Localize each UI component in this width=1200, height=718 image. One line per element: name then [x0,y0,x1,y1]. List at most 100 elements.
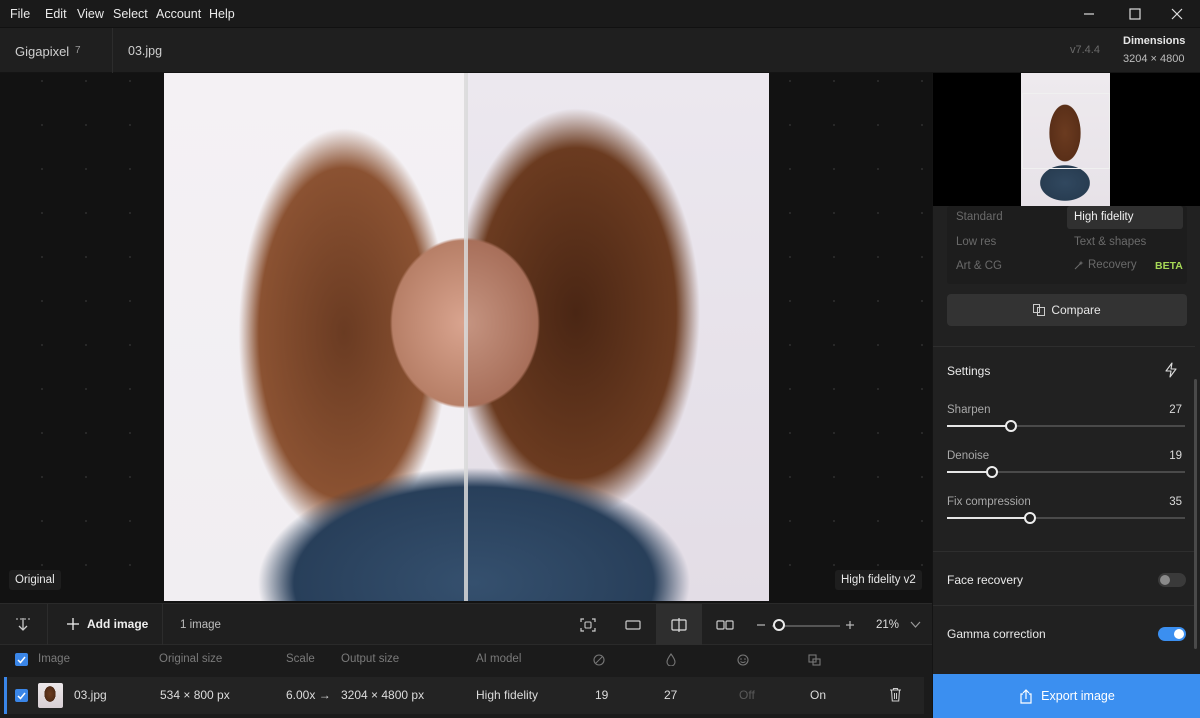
compare-split-handle[interactable] [464,73,468,601]
split-view-icon [671,618,687,632]
app-name: Gigapixel [15,44,70,59]
column-header-scale[interactable]: Scale [286,653,315,665]
zoom-slider-handle[interactable] [772,619,785,631]
settings-panel: Standard High fidelity Low res Text & sh… [932,73,1200,718]
split-view-button[interactable] [656,604,702,646]
app-header: Gigapixel 7 03.jpg v7.4.4 Dimensions 320… [0,28,1200,73]
toggle-knob [1174,629,1184,639]
model-art-cg[interactable]: Art & CG [956,260,1002,272]
close-button[interactable] [1154,0,1200,28]
menu-help[interactable]: Help [209,7,235,21]
model-high-fidelity[interactable]: High fidelity [1067,206,1183,229]
menu-file[interactable]: File [10,7,30,21]
import-button[interactable] [0,604,46,646]
fit-view-button[interactable] [565,604,611,646]
add-image-label: Add image [87,617,149,631]
slider-label: Sharpen [947,404,991,416]
slider-track[interactable] [947,420,1185,432]
compare-icon [1033,304,1046,316]
slider-label: Fix compression [947,496,1031,508]
close-icon [1171,8,1183,20]
ai-model-value: High fidelity [476,688,539,702]
chevron-down-icon[interactable] [910,621,921,629]
title-bar: File Edit View Select Account Help [0,0,1200,28]
output-size: 3204 × 4800 px [341,688,425,702]
slider-fill [947,517,1031,519]
select-all-checkbox[interactable] [15,653,28,666]
menu-account[interactable]: Account [156,7,201,21]
column-header-original-size[interactable]: Original size [159,653,222,665]
side-by-side-button[interactable] [702,604,748,646]
zoom-in-icon[interactable] [845,620,855,630]
maximize-button[interactable] [1112,0,1158,28]
gamma-correction-toggle[interactable] [1158,627,1186,641]
tab-file[interactable]: 03.jpg [128,44,162,58]
menu-select[interactable]: Select [113,7,148,21]
file-thumbnail [38,683,63,708]
slider-value: 35 [1169,496,1182,508]
sharpen-value: 27 [664,688,678,702]
model-standard[interactable]: Standard [956,211,1003,223]
add-image-button[interactable]: Add image [66,617,148,631]
image-count: 1 image [180,619,221,631]
share-export-icon [1020,688,1032,704]
menu-view[interactable]: View [77,7,104,21]
zoom-value: 21% [876,619,900,631]
slider-label: Denoise [947,450,990,462]
slider-value: 19 [1169,450,1182,462]
denoise-column-icon [593,654,605,666]
table-row[interactable]: 03.jpg 534 × 800 px 6.00x → 3204 × 4800 … [4,677,924,714]
plus-icon [67,618,79,630]
gamma-column-icon [808,654,821,666]
checkmark-icon [17,692,26,700]
model-low-res[interactable]: Low res [956,236,996,248]
image-canvas[interactable]: Original High fidelity v2 [0,73,932,603]
canvas-toolbar: Add image 1 image 21% [0,603,932,646]
navigator-preview[interactable] [933,73,1200,206]
model-recovery-label: Recovery [1088,259,1137,271]
slider-handle[interactable] [1024,512,1037,524]
menu-edit[interactable]: Edit [45,7,67,21]
checkmark-icon [17,656,26,664]
model-text-shapes[interactable]: Text & shapes [1074,236,1146,248]
slider-handle[interactable] [986,466,999,478]
panel-divider [933,551,1195,552]
original-size: 534 × 800 px [160,688,230,702]
model-recovery[interactable]: Recovery [1074,259,1137,271]
toggle-knob [1160,575,1170,585]
dimensions-value: 3204 × 4800 [1123,53,1185,65]
navigator-viewport-frame[interactable] [1022,93,1110,169]
slider-value: 27 [1169,404,1182,416]
photo-detail [194,383,754,601]
face-recovery-toggle[interactable] [1158,573,1186,587]
version-label: v7.4.4 [1070,44,1100,56]
lightning-icon[interactable] [1164,362,1178,378]
export-image-button[interactable]: Export image [933,674,1200,718]
column-header-ai-model[interactable]: AI model [476,653,521,665]
compare-label: Compare [1051,303,1101,317]
single-view-icon [625,620,641,630]
row-checkbox[interactable] [15,689,28,702]
file-name: 03.jpg [74,688,107,702]
single-view-button[interactable] [610,604,656,646]
sharpen-column-icon [666,653,676,666]
minimize-button[interactable] [1066,0,1112,28]
zoom-out-icon[interactable] [756,620,766,630]
dimensions-label: Dimensions [1123,35,1186,47]
slider-track[interactable] [947,512,1185,524]
trash-icon[interactable] [889,687,902,702]
panel-divider [933,605,1195,606]
magic-wand-icon [1074,260,1084,270]
gamma-value: On [810,688,827,702]
settings-title: Settings [947,364,991,378]
column-header-image[interactable]: Image [38,653,70,665]
compare-button[interactable]: Compare [947,294,1187,326]
slider-handle[interactable] [1005,420,1018,432]
slider-track[interactable] [947,466,1185,478]
face-recovery-value: Off [739,688,755,702]
header-divider [112,28,113,73]
panel-scrollbar[interactable] [1194,379,1197,649]
slider-fill [947,425,1012,427]
export-image-label: Export image [1041,689,1115,703]
column-header-output-size[interactable]: Output size [341,653,399,665]
